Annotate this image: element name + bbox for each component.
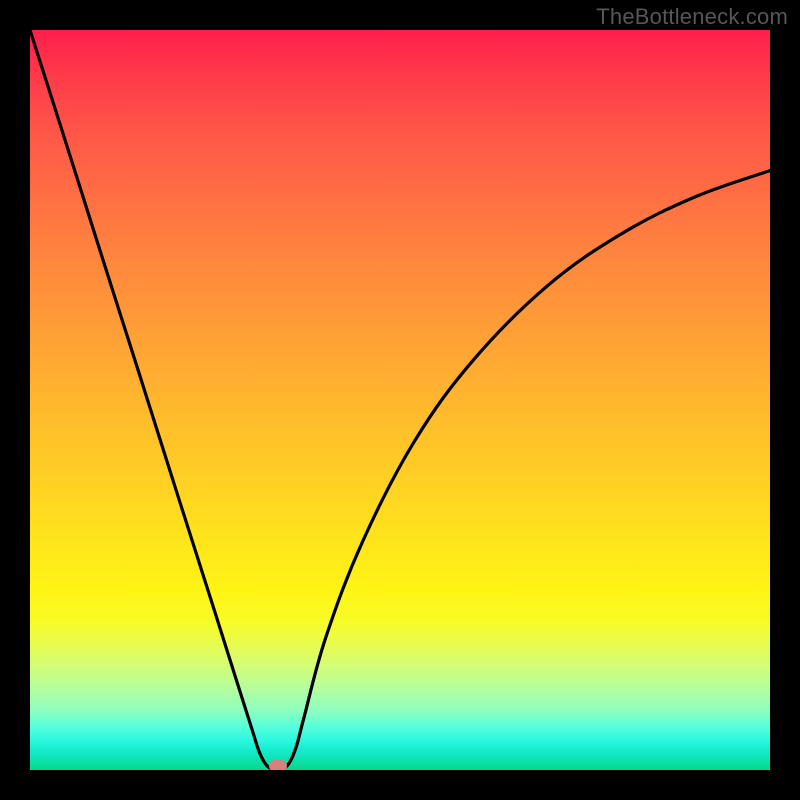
chart-frame: TheBottleneck.com bbox=[0, 0, 800, 800]
plot-area bbox=[30, 30, 770, 770]
watermark-text: TheBottleneck.com bbox=[596, 4, 788, 30]
optimum-marker bbox=[269, 760, 287, 770]
bottleneck-curve bbox=[30, 30, 770, 770]
